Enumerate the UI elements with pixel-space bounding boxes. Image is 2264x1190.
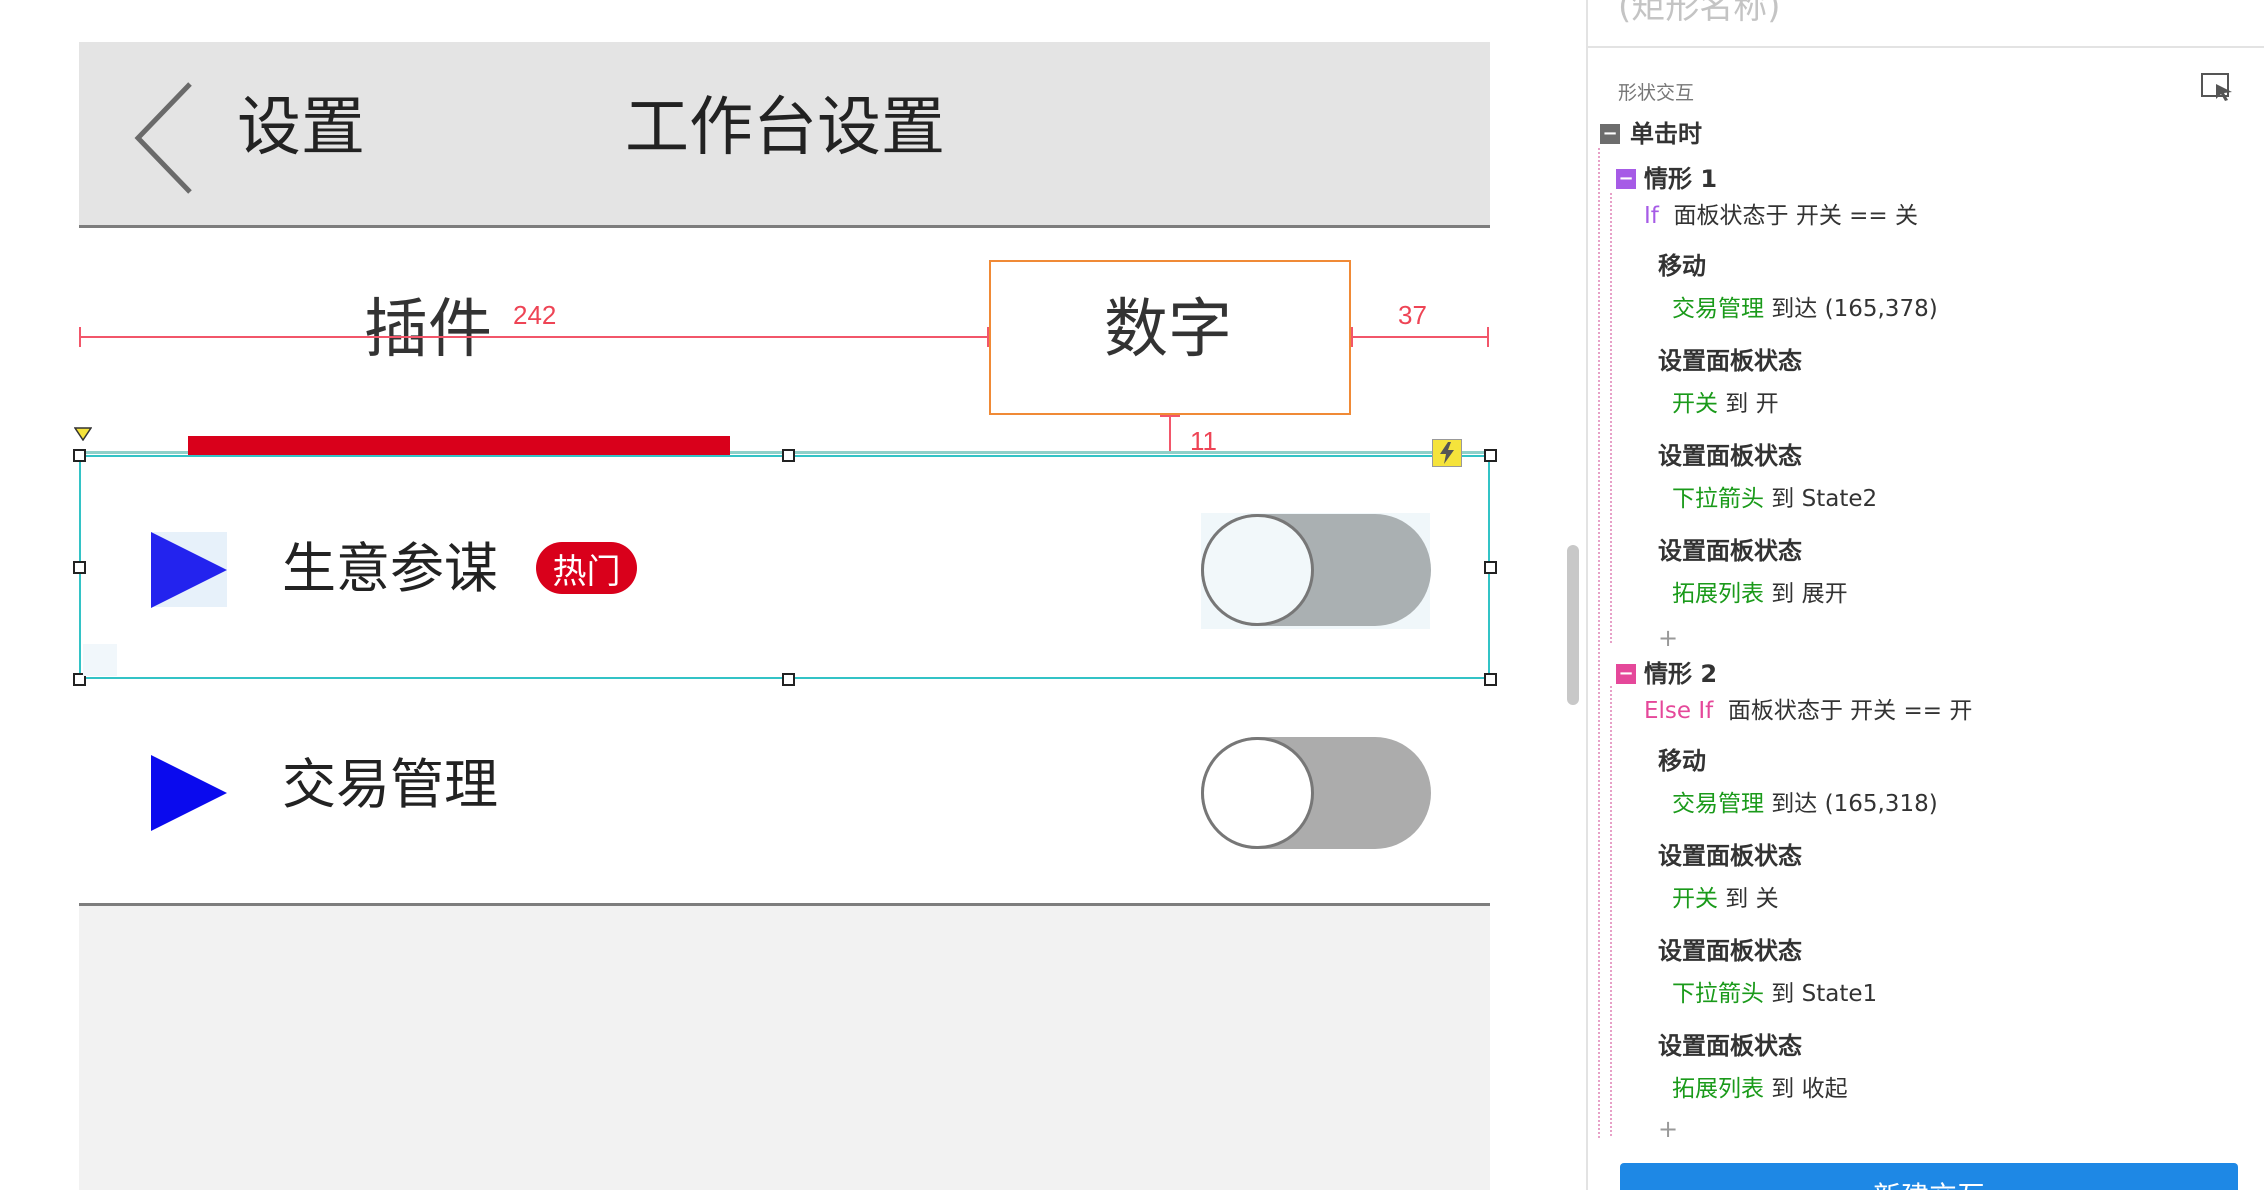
resize-handle-top-middle[interactable] [782,449,795,462]
canvas-scrollbar[interactable] [1567,545,1579,705]
action-value: 到达 (165,318) [1764,791,1938,817]
page-title: 工作台设置 [625,91,945,165]
tree-guide-case-2 [1610,686,1612,1136]
action-title[interactable]: 设置面板状态 [1658,442,1802,471]
case-1-label[interactable]: 情形 1 [1644,165,1717,194]
resize-handle-top-left[interactable] [73,449,86,462]
action-value: 到 State2 [1764,486,1878,512]
action-value: 到 State1 [1764,981,1878,1007]
else-if-keyword: Else If [1644,698,1714,724]
action-title[interactable]: 设置面板状态 [1658,937,1802,966]
action-value: 到 开 [1718,391,1779,417]
add-action-button[interactable]: + [1658,1117,1678,1141]
action-title[interactable]: 移动 [1658,747,1706,776]
action-title[interactable]: 设置面板状态 [1658,842,1802,871]
action-detail[interactable]: 拓展列表 到 展开 [1672,581,1848,609]
action-title[interactable]: 设置面板状态 [1658,537,1802,566]
measure-label-right: 37 [1398,300,1427,330]
collapse-case-2-icon[interactable]: − [1616,664,1636,684]
collapse-case-1-icon[interactable]: − [1616,169,1636,189]
action-title[interactable]: 设置面板状态 [1658,347,1802,376]
placeholder-square [83,644,117,676]
interaction-panel: (矩形名称) 形状交互 − 单击时 − 情形 1 If 面板状态于 开关 == … [1586,0,2264,1190]
row-label: 交易管理 [282,753,498,816]
action-detail[interactable]: 交易管理 到达 (165,318) [1672,791,1938,819]
measure-tick-right-end [1487,327,1489,347]
section-title: 形状交互 [1618,82,1695,104]
play-triangle-icon [151,755,227,831]
action-detail[interactable]: 交易管理 到达 (165,378) [1672,296,1938,324]
condition-text: 面板状态于 开关 == 关 [1673,203,1918,229]
anchor-triangle-icon [74,427,92,441]
toggle-switch[interactable] [1201,737,1431,849]
tab-plugins[interactable]: 插件 [364,298,492,362]
measure-line-bottom [1169,415,1171,452]
measure-tick-right-start [1351,327,1353,347]
case-2-label[interactable]: 情形 2 [1644,660,1717,689]
action-value: 到达 (165,378) [1764,296,1938,322]
action-target: 开关 [1672,391,1718,417]
design-canvas[interactable]: 设置 工作台设置 插件 数字 242 37 11 生意参谋 热门 交易管理 [0,0,1570,1190]
action-target: 交易管理 [1672,791,1764,817]
back-label[interactable]: 设置 [237,96,365,160]
action-target: 开关 [1672,886,1718,912]
if-keyword: If [1644,203,1659,229]
action-detail[interactable]: 开关 到 开 [1672,391,1779,419]
tree-guide-case-1 [1610,193,1612,643]
action-detail[interactable]: 拓展列表 到 收起 [1672,1076,1848,1104]
bottom-area [79,906,1490,1190]
action-target: 交易管理 [1672,296,1764,322]
action-detail[interactable]: 下拉箭头 到 State1 [1672,981,1877,1009]
add-action-button[interactable]: + [1658,626,1678,650]
action-target: 拓展列表 [1672,1076,1764,1102]
event-label[interactable]: 单击时 [1630,120,1702,149]
measure-tick-left-end [987,327,989,347]
toggle-knob[interactable] [1201,737,1314,849]
measure-line-right [1351,336,1489,338]
action-value: 到 展开 [1764,581,1848,607]
measure-tick-bottom-start [1160,415,1180,417]
list-item[interactable]: 交易管理 [79,680,1490,904]
measure-line-left [79,336,989,338]
tree-guide-event [1598,148,1600,1138]
action-title[interactable]: 设置面板状态 [1658,1032,1802,1061]
case-2-condition[interactable]: Else If 面板状态于 开关 == 开 [1644,698,1972,726]
action-value: 到 关 [1718,886,1779,912]
resize-handle-middle-left[interactable] [73,561,86,574]
action-detail[interactable]: 下拉箭头 到 State2 [1672,486,1877,514]
select-corner-icon[interactable] [2200,72,2234,102]
panel-divider [1588,46,2264,48]
measure-tick-left-start [79,327,81,347]
selection-box[interactable] [79,455,1490,679]
action-target: 拓展列表 [1672,581,1764,607]
condition-text: 面板状态于 开关 == 开 [1727,698,1973,724]
chevron-left-icon[interactable] [130,80,200,196]
lightning-icon[interactable] [1432,439,1462,467]
measure-label-left: 242 [513,300,557,330]
action-target: 下拉箭头 [1672,981,1764,1007]
shape-name-input[interactable]: (矩形名称) [1618,0,1781,24]
action-value: 到 收起 [1764,1076,1848,1102]
collapse-event-icon[interactable]: − [1600,124,1620,144]
action-detail[interactable]: 开关 到 关 [1672,886,1779,914]
case-1-condition[interactable]: If 面板状态于 开关 == 关 [1644,203,1918,231]
active-tab-indicator[interactable] [188,436,730,455]
resize-handle-top-right[interactable] [1484,449,1497,462]
tab-number[interactable]: 数字 [1104,298,1232,362]
resize-handle-middle-right[interactable] [1484,561,1497,574]
action-title[interactable]: 移动 [1658,252,1706,281]
action-target: 下拉箭头 [1672,486,1764,512]
new-interaction-button[interactable]: 新建交互 [1620,1163,2238,1190]
